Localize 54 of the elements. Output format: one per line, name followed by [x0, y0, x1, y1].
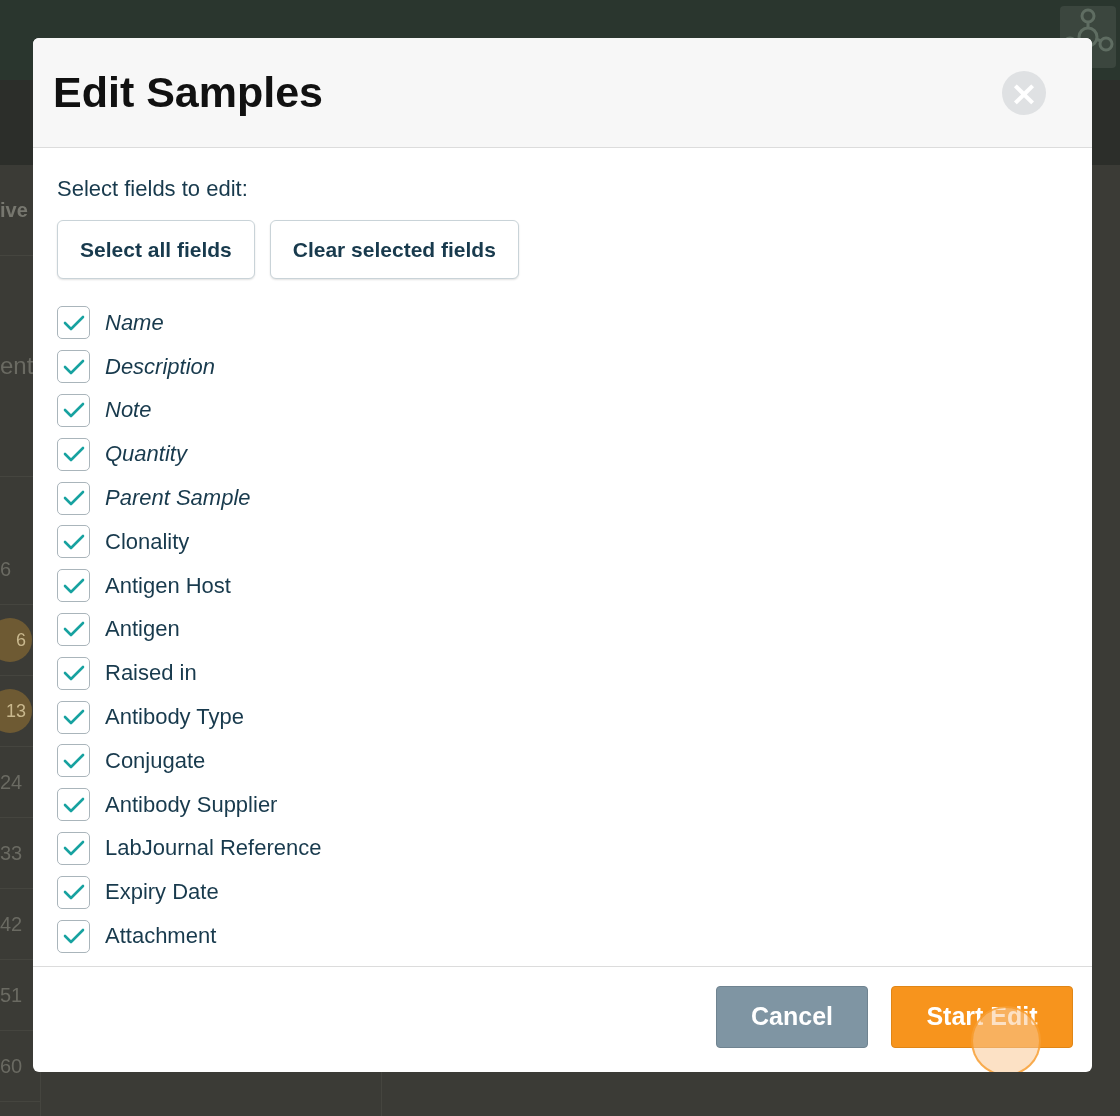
check-icon [62, 927, 85, 946]
checkbox[interactable] [57, 306, 90, 340]
check-icon [62, 708, 85, 727]
field-label: Antibody Supplier [105, 791, 278, 818]
checkbox[interactable] [57, 700, 90, 734]
checkbox[interactable] [57, 744, 90, 778]
number-badge: 6 [0, 618, 32, 662]
checkbox[interactable] [57, 394, 90, 427]
field-label: Description [105, 353, 216, 380]
field-label: Antigen [105, 616, 180, 643]
check-icon [62, 401, 85, 420]
checkbox[interactable] [57, 919, 90, 953]
field-label: Antigen Host [105, 572, 231, 599]
field-label: LabJournal Reference [105, 835, 322, 862]
field-label: Conjugate [105, 747, 206, 774]
check-icon [62, 489, 85, 508]
field-label: Name [105, 309, 164, 336]
field-label: Quantity [105, 441, 187, 468]
field-label: Expiry Date [105, 879, 219, 906]
checkbox[interactable] [57, 525, 90, 559]
field-label: Note [105, 397, 152, 424]
field-label: Antibody Type [105, 704, 245, 731]
cancel-button[interactable]: Cancel [716, 985, 868, 1048]
check-icon [62, 795, 85, 814]
check-icon [62, 445, 85, 464]
check-icon [62, 357, 85, 376]
field-label: Parent Sample [105, 485, 251, 512]
checkbox[interactable] [57, 350, 90, 384]
check-icon [62, 576, 85, 595]
prompt-text: Select fields to edit: [57, 176, 249, 202]
start-edit-button[interactable]: Start Edit [891, 985, 1073, 1048]
checkbox[interactable] [57, 656, 90, 690]
column-header: ive [0, 198, 28, 222]
check-icon [62, 532, 85, 551]
checkbox[interactable] [57, 481, 90, 515]
check-icon [62, 313, 85, 332]
action-button[interactable]: Clear selected fields [269, 220, 519, 279]
check-icon [62, 839, 85, 858]
checkbox[interactable] [57, 569, 90, 603]
field-label: Clonality [105, 528, 190, 555]
checkbox[interactable] [57, 831, 90, 865]
field-label: Raised in [105, 660, 197, 687]
checkbox[interactable] [57, 875, 90, 909]
check-icon [62, 883, 85, 902]
check-icon [62, 620, 85, 639]
dialog-title: Edit Samples [53, 68, 324, 117]
checkbox[interactable] [57, 788, 90, 822]
check-icon [62, 751, 85, 770]
checkbox[interactable] [57, 612, 90, 646]
action-button[interactable]: Select all fields [57, 220, 255, 279]
number-badge: 13 [0, 689, 32, 733]
checkbox[interactable] [57, 437, 90, 471]
field-label: Attachment [105, 923, 217, 950]
check-icon [62, 664, 85, 683]
